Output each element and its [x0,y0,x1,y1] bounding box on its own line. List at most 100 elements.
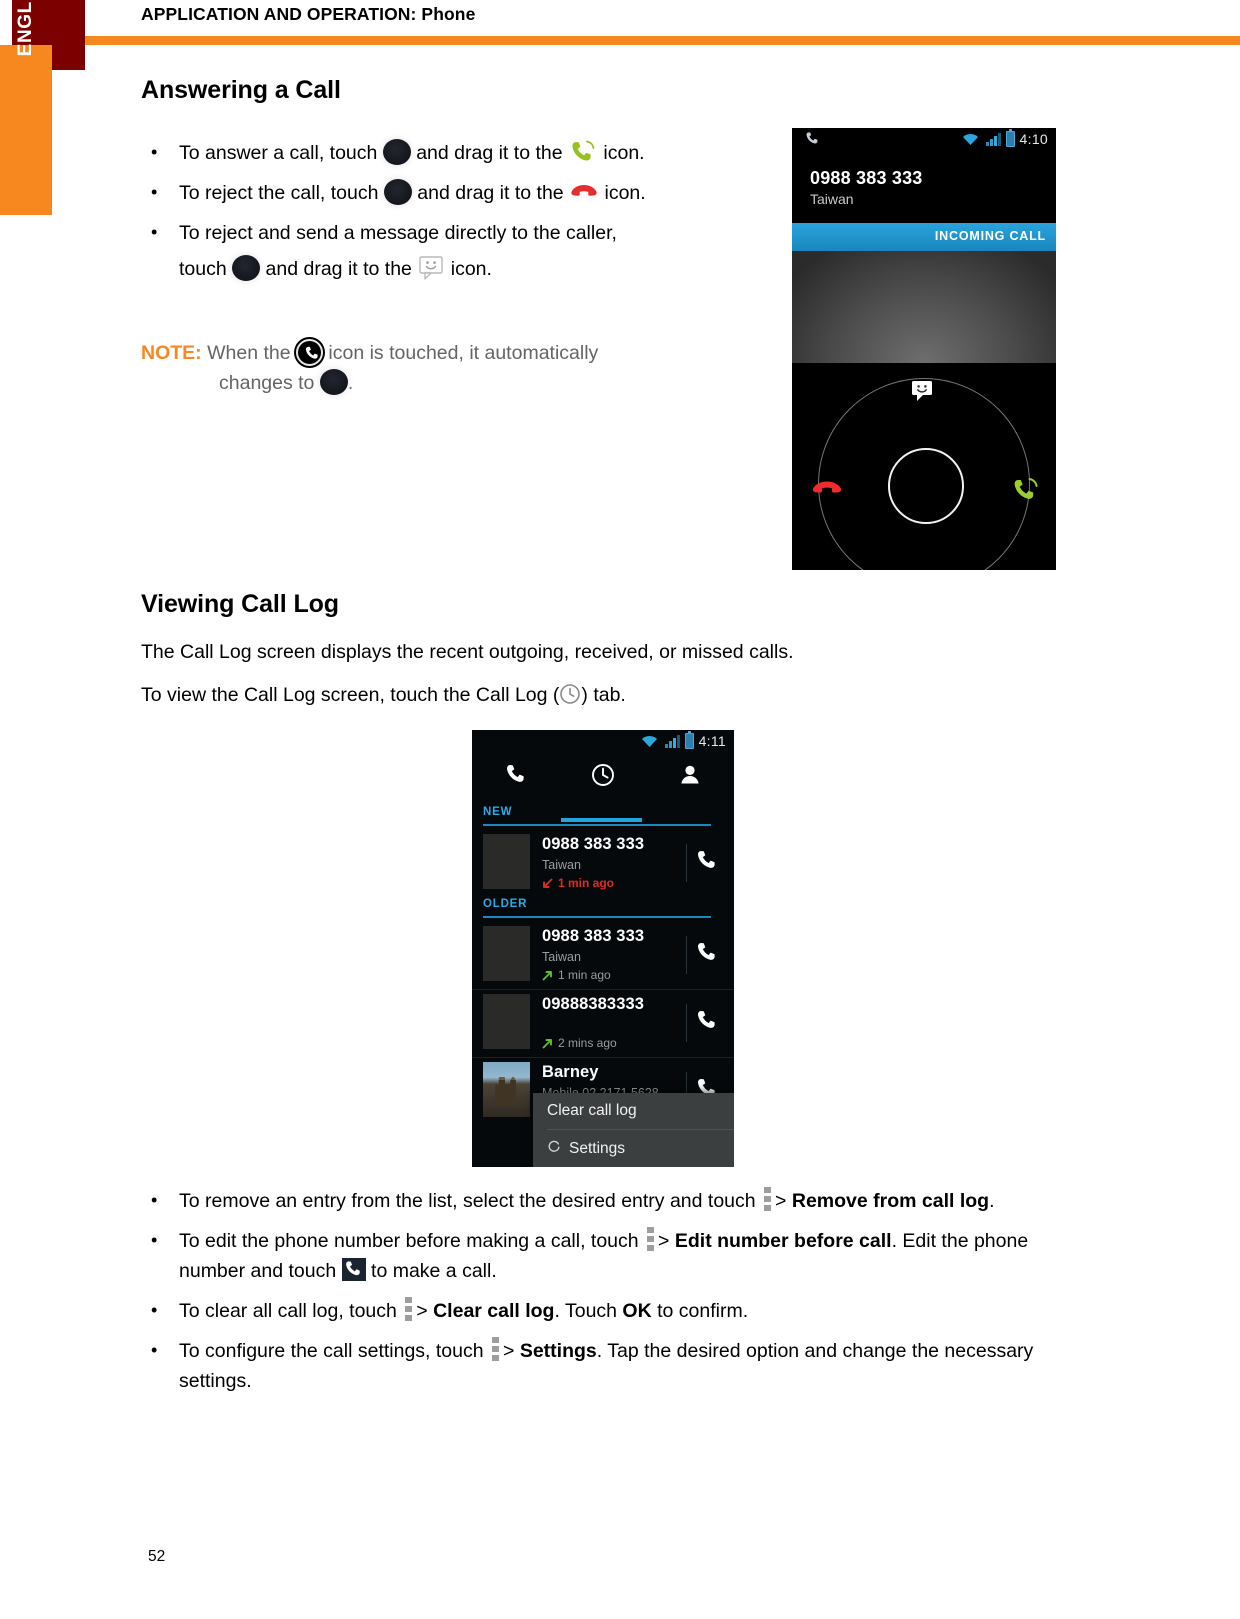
table-row[interactable]: 0988 383 333 Taiwan 1 min ago [472,922,734,988]
note-line2: changes to . [141,368,761,398]
list-item: To edit the phone number before making a… [141,1225,1061,1286]
message-bubble-icon [417,255,445,280]
outgoing-call-arrow-icon [542,1038,553,1049]
signal-icon [985,132,1001,147]
drag-handle-icon [232,255,261,281]
overflow-menu[interactable]: Clear call log Settings [533,1093,734,1167]
cl-b2-a: To edit the phone number before making a… [179,1230,645,1252]
cl-b2-tail2: to make a call. [365,1260,497,1282]
avatar [483,994,530,1049]
table-row[interactable]: 0988 383 333 Taiwan 1 min ago [472,830,734,896]
tab-dialpad[interactable] [472,762,559,788]
entry-time: 1 min ago [542,968,611,982]
avatar [483,1062,530,1117]
entry-time: 2 mins ago [542,1036,617,1050]
call-back-button[interactable] [694,940,720,971]
status-bar-right: 4:11 [640,730,726,749]
overflow-menu-icon [405,1297,413,1321]
entry-sub: Taiwan [542,858,581,872]
section-label: OLDER [483,898,528,910]
divider [686,844,687,882]
menu-item-clear-call-log[interactable]: Clear call log [533,1093,734,1129]
cl-b3-bold: Clear call log [433,1300,555,1322]
note-text-c: changes to [219,372,320,394]
note-text-d: . [347,372,354,394]
cl-b2-bold: Edit number before call [674,1230,892,1252]
menu-item-label: Clear call log [547,1102,637,1119]
call-back-button[interactable] [694,848,720,879]
phone-icon [804,131,821,153]
answer-phone-icon [295,339,323,366]
cl-b3-tail2: to confirm. [651,1300,749,1322]
note-label: NOTE: [141,342,202,364]
wifi-icon [640,733,659,749]
cl-b4-a: To configure the call settings, touch [179,1340,490,1362]
entry-sub: Taiwan [542,950,581,964]
page-number: 52 [148,1548,166,1565]
list-item: To clear all call log, touch > Clear cal… [141,1295,1061,1326]
bullet-text-1b: and drag it to the [416,142,568,164]
section-label: NEW [483,806,513,818]
divider [686,1004,687,1042]
avatar [483,926,530,981]
cl-b4-gt: > [503,1340,520,1362]
red-end-call-icon[interactable] [810,478,844,505]
table-row[interactable]: 09888383333 2 mins ago [472,990,734,1056]
overflow-menu-icon [647,1227,655,1251]
cl-b3-a: To clear all call log, touch [179,1300,403,1322]
red-end-call-icon [569,181,599,201]
cl-b1-gt: > [775,1190,792,1212]
status-bar-right: 4:10 [961,128,1048,147]
drag-handle-icon [383,179,412,205]
howto-text-a: To view the Call Log screen, touch the C… [141,684,560,706]
incoming-call-screenshot: 4:10 0988 383 333 Taiwan INCOMING CALL [792,128,1056,570]
entry-name: 09888383333 [542,995,645,1013]
note-text-b: icon is touched, it automatically [328,342,599,364]
menu-item-settings[interactable]: Settings [533,1130,734,1167]
cl-b1-bold: Remove from call log [791,1190,990,1212]
dial-call-icon [341,1258,366,1281]
list-item: To answer a call, touch and drag it to t… [141,137,781,168]
caller-photo: INCOMING CALL [792,223,1056,363]
section-heading-answering: Answering a Call [141,76,341,104]
bullet-text-3a: To reject and send a message directly to… [179,222,617,244]
bullet-text-3b: touch [179,258,233,280]
battery-icon [684,730,694,749]
cl-b2-gt: > [658,1230,675,1252]
active-tab-indicator [561,818,643,822]
call-log-screenshot: 4:11 NEW 0988 383 333 Taiwan 1 min ago O… [472,730,734,1167]
missed-call-arrow-icon [542,878,553,889]
bullet-text-3c: and drag it to the [265,258,418,280]
drag-handle-icon [382,139,411,165]
message-bubble-icon[interactable] [910,380,934,407]
call-back-button[interactable] [694,1008,720,1039]
note-block: NOTE: When the icon is touched, it autom… [141,338,761,398]
cl-b3-tail: . Touch [554,1300,623,1322]
green-phone-icon[interactable] [1010,476,1040,509]
menu-item-label: Settings [569,1139,626,1157]
cl-b1-tail: . [989,1190,995,1212]
language-tab-label: ENGLISH [15,0,36,57]
incoming-call-banner: INCOMING CALL [792,223,1056,251]
call-log-howto: To view the Call Log screen, touch the C… [141,680,1041,710]
bullet-text-2b: and drag it to the [417,182,570,204]
drag-handle-circle[interactable] [888,448,964,524]
wifi-icon [961,131,980,147]
green-phone-icon [568,139,598,165]
list-item: To reject the call, touch and drag it to… [141,177,781,208]
incoming-call-banner-label: INCOMING CALL [934,229,1046,243]
answer-control-area[interactable] [792,366,1056,570]
list-item: To reject and send a message directly to… [141,217,781,284]
tab-recents[interactable] [559,762,646,788]
entry-time-label: 2 mins ago [558,1036,617,1050]
entry-name: 0988 383 333 [542,835,645,853]
call-log-tabs [472,756,734,822]
outgoing-call-arrow-icon [542,970,553,981]
cl-b3-gt: > [416,1300,434,1322]
list-item: To configure the call settings, touch > … [141,1335,1061,1396]
answering-bullet-list: To answer a call, touch and drag it to t… [141,137,781,290]
tab-contacts[interactable] [646,762,733,788]
status-bar-clock: 4:11 [698,733,726,749]
recents-clock-icon [559,683,581,705]
entry-name: 0988 383 333 [542,927,645,945]
